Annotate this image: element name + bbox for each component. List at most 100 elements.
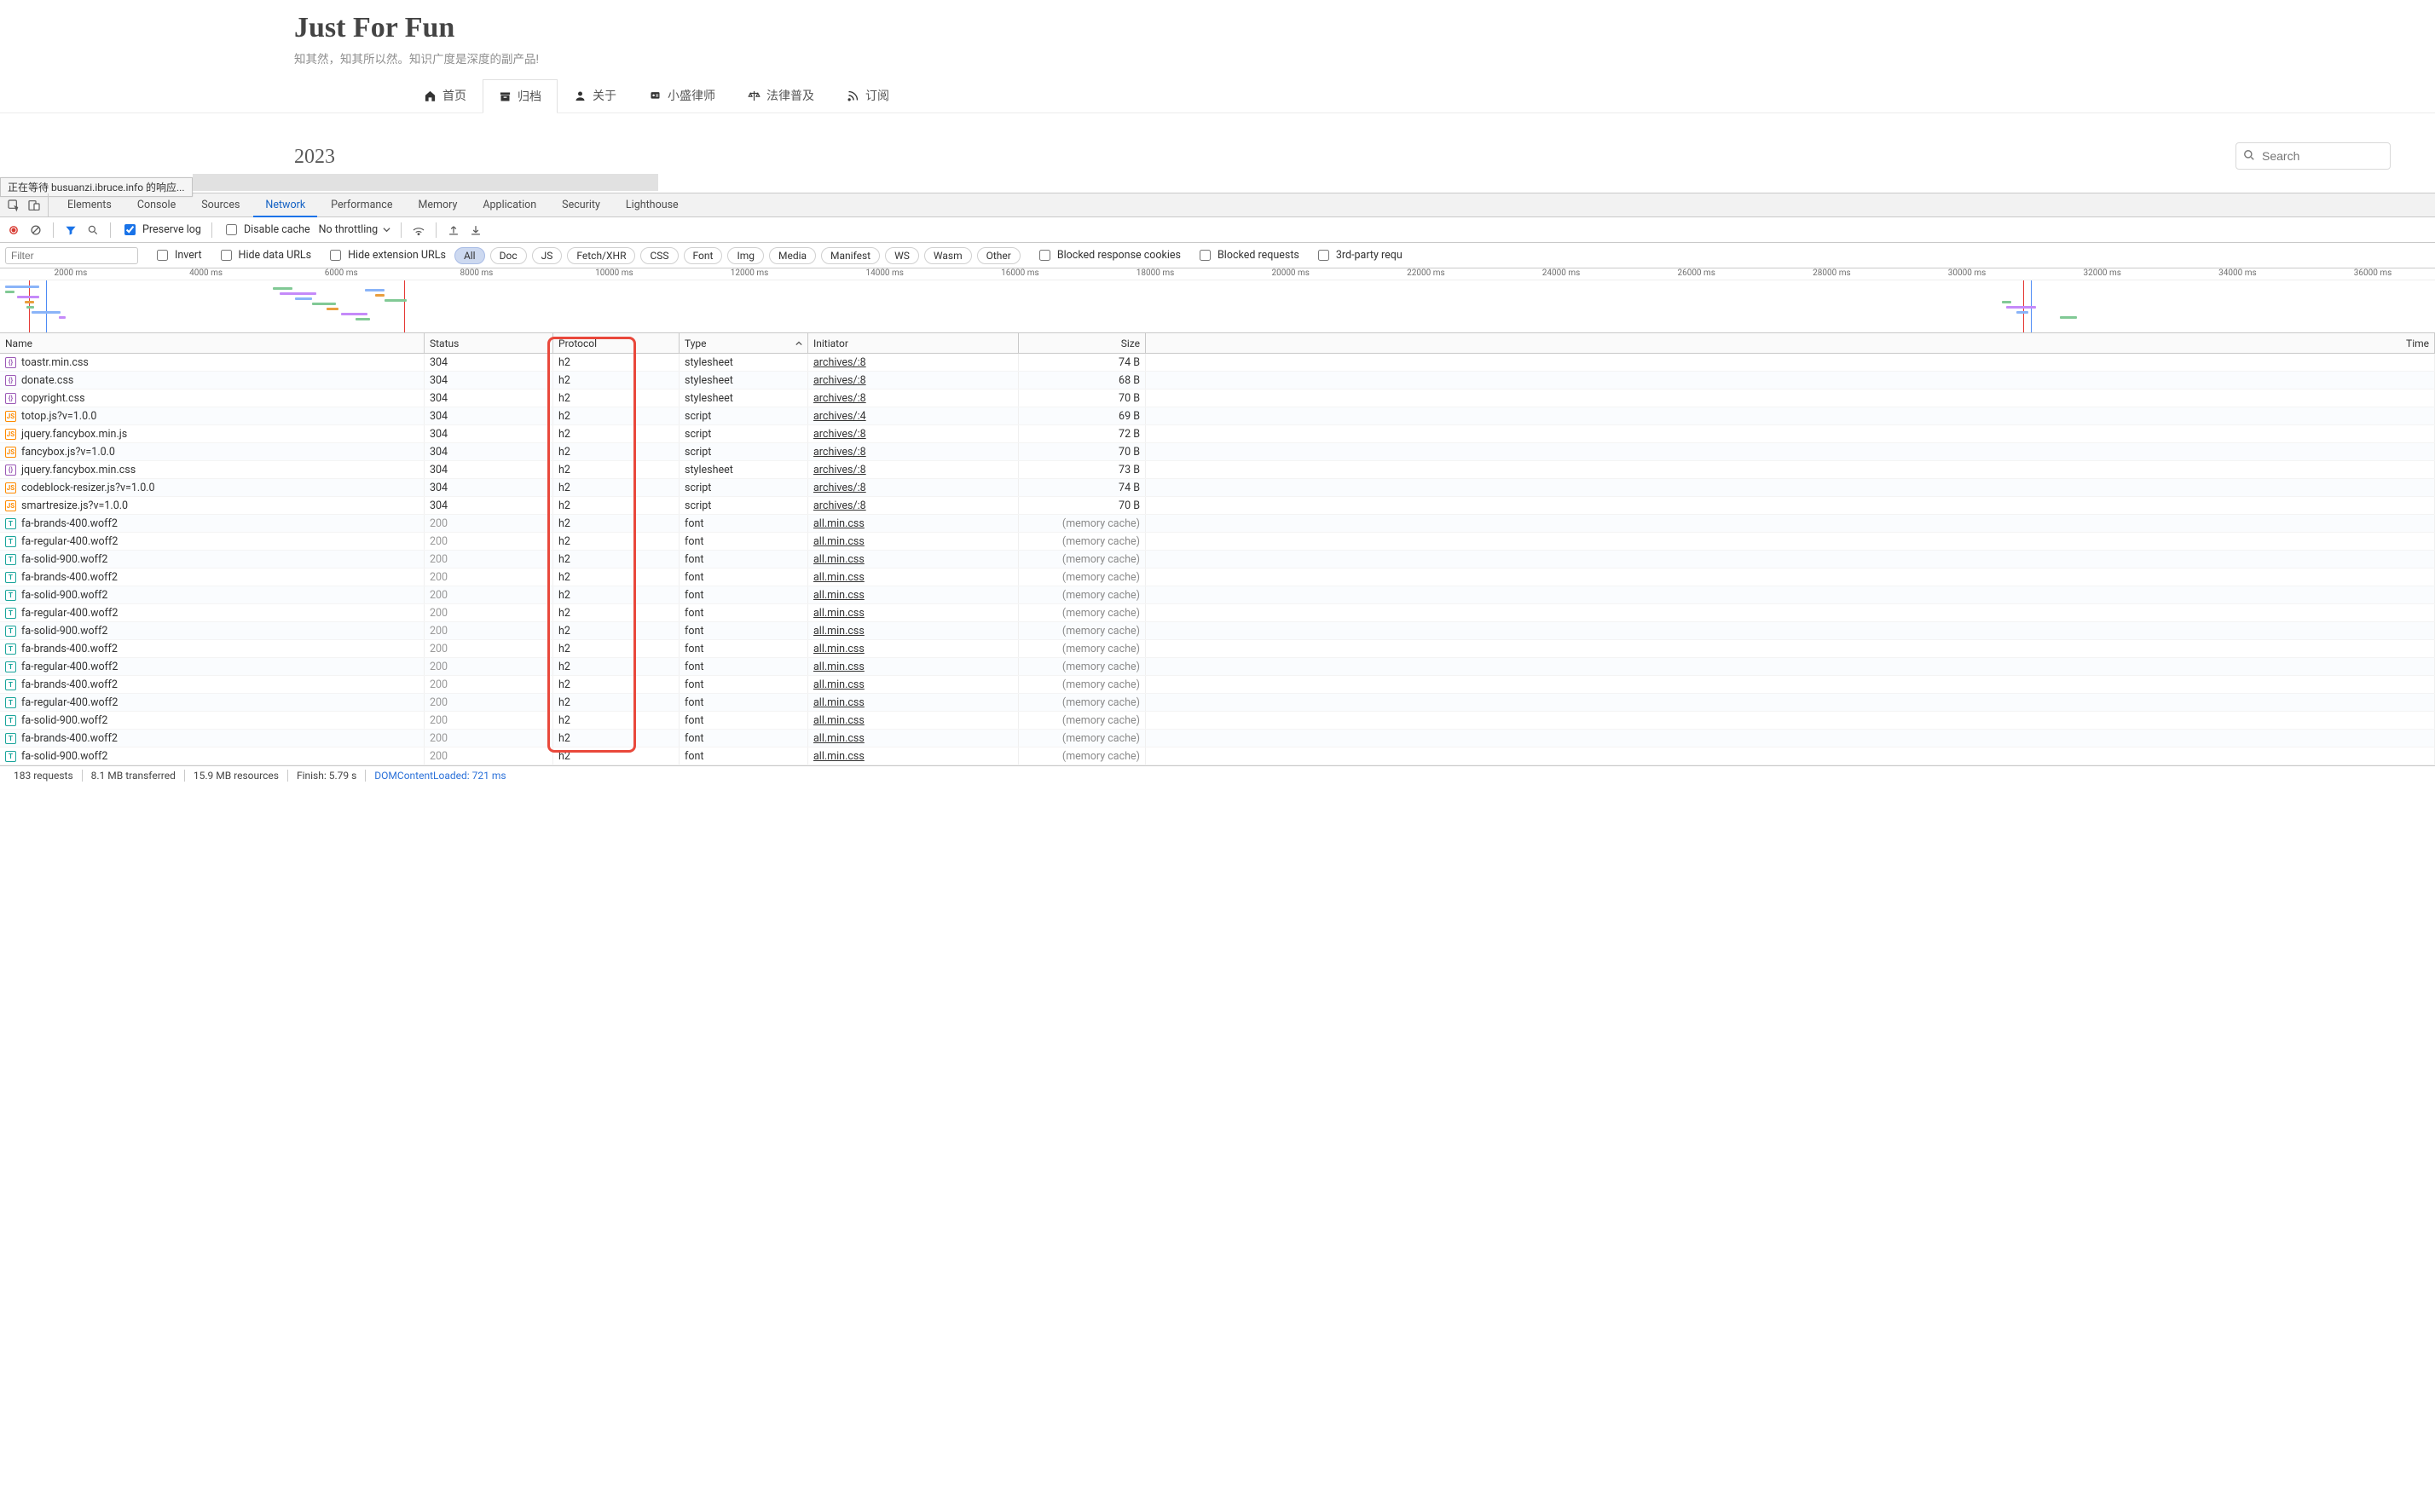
initiator-link[interactable]: all.min.css (813, 661, 865, 673)
table-row[interactable]: {}toastr.min.css304h2stylesheetarchives/… (0, 354, 2435, 372)
nav-item-badge[interactable]: 小盛律师 (633, 78, 732, 113)
type-pill-media[interactable]: Media (769, 247, 816, 264)
devtools-tab-memory[interactable]: Memory (406, 193, 469, 217)
col-time[interactable]: Time (1146, 333, 2435, 353)
initiator-link[interactable]: all.min.css (813, 643, 865, 655)
import-har-icon[interactable] (447, 223, 460, 237)
initiator-link[interactable]: archives/:8 (813, 499, 866, 512)
devtools-tab-lighthouse[interactable]: Lighthouse (614, 193, 691, 217)
type-pill-ws[interactable]: WS (885, 247, 919, 264)
initiator-link[interactable]: all.min.css (813, 625, 865, 638)
network-conditions-icon[interactable] (412, 223, 425, 237)
table-row[interactable]: Tfa-solid-900.woff2200h2fontall.min.css(… (0, 712, 2435, 730)
type-pill-img[interactable]: Img (727, 247, 764, 264)
table-row[interactable]: Tfa-brands-400.woff2200h2fontall.min.css… (0, 640, 2435, 658)
network-overview[interactable]: 2000 ms4000 ms6000 ms8000 ms10000 ms1200… (0, 268, 2435, 333)
third-party-checkbox[interactable]: 3rd-party requ (1315, 247, 1403, 263)
device-toolbar-icon[interactable] (27, 199, 41, 212)
table-row[interactable]: Tfa-regular-400.woff2200h2fontall.min.cs… (0, 604, 2435, 622)
table-row[interactable]: JSjquery.fancybox.min.js304h2scriptarchi… (0, 425, 2435, 443)
initiator-link[interactable]: archives/:8 (813, 482, 866, 494)
table-row[interactable]: {}donate.css304h2stylesheetarchives/:868… (0, 372, 2435, 390)
table-row[interactable]: {}jquery.fancybox.min.css304h2stylesheet… (0, 461, 2435, 479)
devtools-tab-console[interactable]: Console (125, 193, 188, 217)
table-row[interactable]: Tfa-solid-900.woff2200h2fontall.min.css(… (0, 551, 2435, 568)
type-pill-manifest[interactable]: Manifest (821, 247, 880, 264)
nav-item-scale[interactable]: 法律普及 (732, 78, 830, 113)
nav-item-rss[interactable]: 订阅 (830, 78, 905, 113)
table-row[interactable]: Tfa-brands-400.woff2200h2fontall.min.css… (0, 515, 2435, 533)
throttling-select[interactable]: No throttling (319, 223, 391, 236)
initiator-link[interactable]: all.min.css (813, 714, 865, 727)
blocked-requests-checkbox[interactable]: Blocked requests (1196, 247, 1299, 263)
type-pill-font[interactable]: Font (684, 247, 723, 264)
filter-input[interactable] (5, 247, 138, 264)
nav-item-archive[interactable]: 归档 (483, 79, 558, 113)
initiator-link[interactable]: all.min.css (813, 732, 865, 745)
table-row[interactable]: {}copyright.css304h2stylesheetarchives/:… (0, 390, 2435, 407)
disable-cache-checkbox[interactable]: Disable cache (223, 222, 310, 238)
col-name[interactable]: Name (0, 333, 425, 353)
type-pill-other[interactable]: Other (977, 247, 1021, 264)
table-row[interactable]: JSfancybox.js?v=1.0.0304h2scriptarchives… (0, 443, 2435, 461)
initiator-link[interactable]: archives/:8 (813, 464, 866, 476)
table-row[interactable]: JScodeblock-resizer.js?v=1.0.0304h2scrip… (0, 479, 2435, 497)
type-pill-fetchxhr[interactable]: Fetch/XHR (567, 247, 635, 264)
initiator-link[interactable]: archives/:4 (813, 410, 866, 423)
export-har-icon[interactable] (469, 223, 483, 237)
table-row[interactable]: Tfa-solid-900.woff2200h2fontall.min.css(… (0, 586, 2435, 604)
initiator-link[interactable]: all.min.css (813, 517, 865, 530)
table-row[interactable]: Tfa-brands-400.woff2200h2fontall.min.css… (0, 568, 2435, 586)
table-row[interactable]: Tfa-solid-900.woff2200h2fontall.min.css(… (0, 622, 2435, 640)
table-row[interactable]: JStotop.js?v=1.0.0304h2scriptarchives/:4… (0, 407, 2435, 425)
devtools-tab-security[interactable]: Security (550, 193, 612, 217)
type-pill-doc[interactable]: Doc (490, 247, 527, 264)
col-protocol[interactable]: Protocol (553, 333, 680, 353)
col-status[interactable]: Status (425, 333, 553, 353)
initiator-link[interactable]: all.min.css (813, 571, 865, 584)
table-row[interactable]: Tfa-regular-400.woff2200h2fontall.min.cs… (0, 658, 2435, 676)
table-row[interactable]: Tfa-brands-400.woff2200h2fontall.min.css… (0, 676, 2435, 694)
devtools-tab-elements[interactable]: Elements (55, 193, 124, 217)
table-row[interactable]: Tfa-regular-400.woff2200h2fontall.min.cs… (0, 694, 2435, 712)
initiator-link[interactable]: all.min.css (813, 678, 865, 691)
initiator-link[interactable]: archives/:8 (813, 374, 866, 387)
initiator-link[interactable]: all.min.css (813, 535, 865, 548)
hide-extension-urls-checkbox[interactable]: Hide extension URLs (327, 247, 446, 263)
type-pill-wasm[interactable]: Wasm (924, 247, 972, 264)
type-pill-css[interactable]: CSS (640, 247, 678, 264)
blocked-cookies-checkbox[interactable]: Blocked response cookies (1036, 247, 1181, 263)
devtools-tab-application[interactable]: Application (471, 193, 548, 217)
initiator-link[interactable]: all.min.css (813, 553, 865, 566)
preserve-log-checkbox[interactable]: Preserve log (121, 222, 201, 238)
record-icon[interactable] (7, 223, 20, 237)
search-requests-icon[interactable] (86, 223, 100, 237)
filter-icon[interactable] (64, 223, 78, 237)
initiator-link[interactable]: all.min.css (813, 750, 865, 763)
table-row[interactable]: Tfa-brands-400.woff2200h2fontall.min.css… (0, 730, 2435, 747)
nav-item-home[interactable]: 首页 (408, 78, 483, 113)
initiator-link[interactable]: archives/:8 (813, 428, 866, 441)
initiator-link[interactable]: all.min.css (813, 589, 865, 602)
clear-icon[interactable] (29, 223, 43, 237)
inspect-element-icon[interactable] (7, 199, 20, 212)
type-pill-all[interactable]: All (454, 247, 485, 264)
initiator-link[interactable]: all.min.css (813, 696, 865, 709)
col-initiator[interactable]: Initiator (808, 333, 1019, 353)
devtools-tab-sources[interactable]: Sources (189, 193, 252, 217)
col-type[interactable]: Type (680, 333, 808, 353)
devtools-tab-network[interactable]: Network (253, 193, 317, 217)
table-row[interactable]: Tfa-solid-900.woff2200h2fontall.min.css(… (0, 747, 2435, 765)
initiator-link[interactable]: archives/:8 (813, 392, 866, 405)
table-row[interactable]: Tfa-regular-400.woff2200h2fontall.min.cs… (0, 533, 2435, 551)
table-row[interactable]: JSsmartresize.js?v=1.0.0304h2scriptarchi… (0, 497, 2435, 515)
hide-data-urls-checkbox[interactable]: Hide data URLs (217, 247, 312, 263)
search-input[interactable] (2235, 142, 2391, 170)
type-pill-js[interactable]: JS (532, 247, 563, 264)
invert-checkbox[interactable]: Invert (153, 247, 202, 263)
initiator-link[interactable]: all.min.css (813, 607, 865, 620)
devtools-tab-performance[interactable]: Performance (319, 193, 404, 217)
initiator-link[interactable]: archives/:8 (813, 446, 866, 459)
col-size[interactable]: Size (1019, 333, 1146, 353)
nav-item-user[interactable]: 关于 (558, 78, 633, 113)
